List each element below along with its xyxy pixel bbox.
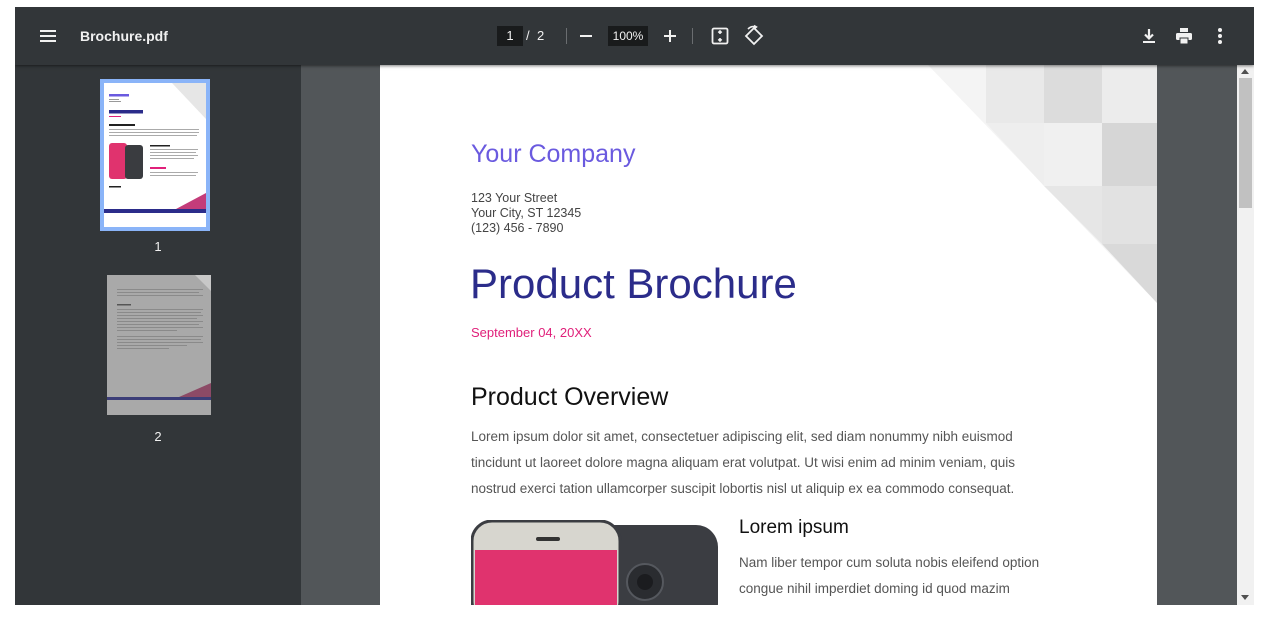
page-number-input[interactable]: 1: [497, 26, 523, 46]
address-line: 123 Your Street: [471, 191, 558, 205]
print-icon[interactable]: [1172, 24, 1196, 48]
page-thumbnail-1[interactable]: [100, 79, 210, 231]
thumbnail-sidebar: 1 2: [15, 65, 301, 605]
scroll-thumb[interactable]: [1239, 78, 1252, 208]
toolbar-divider: [566, 28, 567, 44]
page-thumbnail-2[interactable]: [102, 275, 211, 415]
paragraph-line: congue nihil imperdiet doming id quod ma…: [739, 581, 1010, 596]
pdf-viewer: Brochure.pdf 1 / 2 100% 1 2 Your Company…: [15, 7, 1254, 605]
paragraph-line: Nam liber tempor cum soluta nobis eleife…: [739, 555, 1040, 570]
sub-heading: Lorem ipsum: [739, 517, 849, 538]
zoom-in-icon[interactable]: [658, 24, 682, 48]
zoom-input[interactable]: 100%: [608, 26, 648, 46]
page-separator: /: [526, 28, 530, 43]
page-total: 2: [537, 28, 545, 43]
toolbar: Brochure.pdf 1 / 2 100%: [15, 7, 1254, 65]
section-heading: Product Overview: [471, 383, 669, 411]
address-line: Your City, ST 12345: [471, 206, 582, 220]
zoom-out-icon[interactable]: [574, 24, 598, 48]
pdf-page: Your Company 123 Your Street Your City, …: [380, 65, 1157, 605]
thumbnail-label: 2: [154, 429, 162, 444]
phone-image: [471, 520, 718, 605]
company-name: Your Company: [471, 140, 636, 168]
thumbnail-label: 1: [154, 239, 162, 254]
vertical-scrollbar[interactable]: [1237, 65, 1254, 605]
menu-icon[interactable]: [36, 24, 60, 48]
download-icon[interactable]: [1137, 24, 1161, 48]
document-title: Brochure.pdf: [80, 28, 168, 44]
brochure-date: September 04, 20XX: [471, 325, 592, 340]
scroll-up-arrow-icon[interactable]: [1241, 69, 1249, 74]
toolbar-divider: [692, 28, 693, 44]
fit-page-icon[interactable]: [708, 24, 732, 48]
rotate-icon[interactable]: [742, 24, 766, 48]
paragraph-line: tincidunt ut laoreet dolore magna aliqua…: [471, 455, 1016, 470]
brochure-title: Product Brochure: [470, 260, 797, 307]
paragraph-line: nostrud exerci tation ullamcorper suscip…: [471, 481, 1015, 496]
paragraph-line: Lorem ipsum dolor sit amet, consectetuer…: [471, 429, 1013, 444]
more-icon[interactable]: [1208, 24, 1232, 48]
phone-number: (123) 456 - 7890: [471, 221, 564, 235]
scroll-down-arrow-icon[interactable]: [1241, 595, 1249, 600]
